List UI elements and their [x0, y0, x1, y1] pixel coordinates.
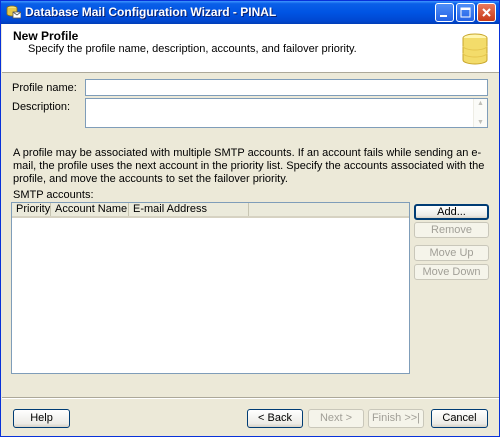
column-account-name[interactable]: Account Name: [51, 203, 129, 216]
wizard-window: Database Mail Configuration Wizard - PIN…: [0, 0, 500, 437]
title-bar[interactable]: Database Mail Configuration Wizard - PIN…: [1, 1, 499, 24]
move-up-button[interactable]: Move Up: [414, 245, 489, 261]
minimize-icon: [440, 15, 447, 17]
finish-button[interactable]: Finish >>|: [368, 409, 424, 428]
description-scrollbar[interactable]: ▲ ▼: [473, 99, 487, 127]
move-down-button[interactable]: Move Down: [414, 264, 489, 280]
column-priority[interactable]: Priority: [12, 203, 51, 216]
profile-name-input[interactable]: [85, 79, 488, 96]
cancel-button[interactable]: Cancel: [431, 409, 488, 428]
window-title: Database Mail Configuration Wizard - PIN…: [25, 5, 277, 19]
minimize-button[interactable]: [435, 3, 454, 22]
scroll-up-icon[interactable]: ▲: [477, 100, 484, 107]
scroll-down-icon[interactable]: ▼: [477, 119, 484, 126]
smtp-accounts-list[interactable]: Priority Account Name E-mail Address: [11, 202, 410, 374]
footer-separator: [2, 397, 499, 399]
page-title: New Profile: [13, 29, 79, 43]
remove-account-button[interactable]: Remove: [414, 222, 489, 238]
add-account-button[interactable]: Add...: [414, 204, 489, 220]
page-subtitle: Specify the profile name, description, a…: [28, 43, 357, 55]
next-button[interactable]: Next >: [308, 409, 364, 428]
wizard-header: New Profile Specify the profile name, de…: [2, 24, 499, 73]
smtp-accounts-label: SMTP accounts:: [13, 189, 94, 201]
profile-info-text: A profile may be associated with multipl…: [13, 147, 485, 185]
description-label: Description:: [12, 101, 71, 113]
close-icon: [482, 8, 491, 17]
column-email-address[interactable]: E-mail Address: [129, 203, 249, 216]
description-input[interactable]: ▲ ▼: [85, 98, 488, 128]
close-button[interactable]: [477, 3, 496, 22]
help-button[interactable]: Help: [13, 409, 70, 428]
profile-name-label: Profile name:: [12, 82, 77, 94]
database-mail-header-icon: [462, 33, 488, 65]
back-button[interactable]: < Back: [247, 409, 303, 428]
list-header: Priority Account Name E-mail Address: [12, 203, 409, 218]
database-mail-icon: [6, 5, 22, 19]
maximize-icon: [460, 7, 471, 18]
maximize-button[interactable]: [456, 3, 475, 22]
